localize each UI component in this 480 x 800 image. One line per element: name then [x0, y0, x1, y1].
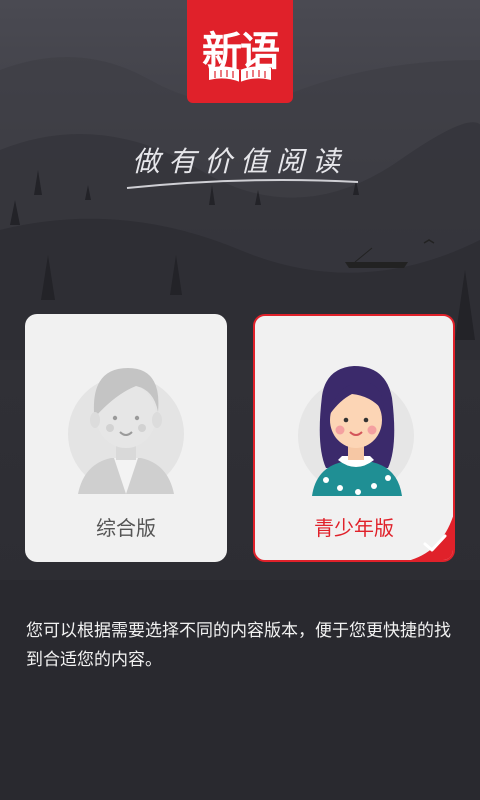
female-avatar-icon — [298, 366, 414, 496]
slogan: 做有价值阅读 — [131, 145, 348, 178]
card-label-general: 综合版 — [96, 516, 156, 540]
description-text: 您可以根据需要选择不同的内容版本，便于您更快捷的找到合适您的内容。 — [26, 621, 451, 670]
edition-card-youth[interactable]: 青少年版 — [253, 314, 455, 562]
slogan-underline — [126, 179, 359, 189]
book-icon — [209, 66, 271, 82]
app-logo: 新语 — [187, 0, 293, 103]
edition-card-general[interactable]: 综合版 — [25, 314, 227, 562]
male-avatar-icon — [68, 368, 184, 494]
selected-check-icon — [410, 516, 453, 560]
